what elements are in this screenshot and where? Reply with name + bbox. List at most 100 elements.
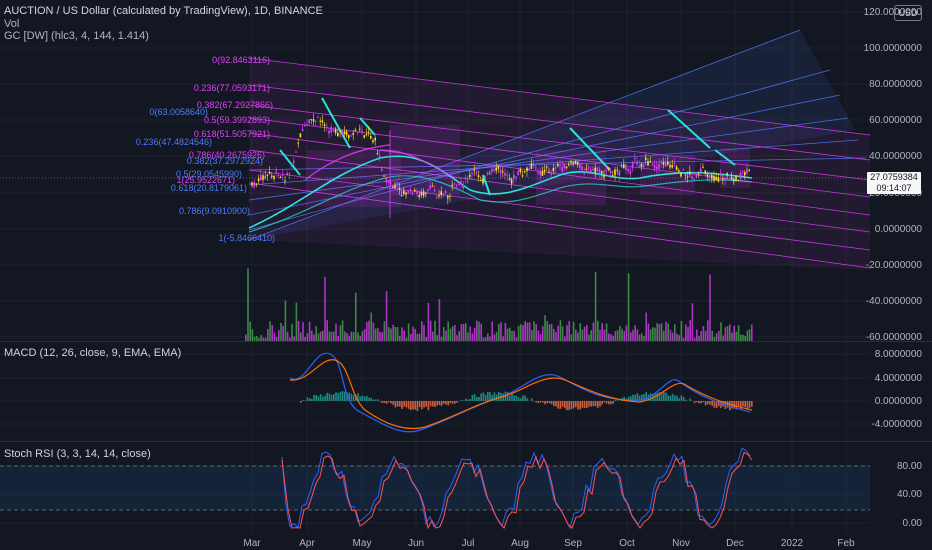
candle-body <box>378 155 381 158</box>
main-chart-pane[interactable]: 120.0000000 100.0000000 80.0000000 60.00000… <box>0 0 932 341</box>
candle-body <box>623 164 625 169</box>
volume-bar <box>471 333 474 341</box>
candle-body <box>585 168 588 170</box>
macd-histogram-bar <box>660 392 663 401</box>
candle-body <box>268 171 271 174</box>
macd-histogram-bar <box>445 401 447 405</box>
volume-bar <box>586 324 588 341</box>
candle-body <box>576 161 579 165</box>
macd-histogram-bar <box>304 400 306 401</box>
candle-body <box>706 174 709 177</box>
macd-histogram-bar <box>368 397 370 401</box>
candle-body <box>592 168 594 170</box>
volume-bar <box>724 327 727 341</box>
candle-body <box>541 171 544 176</box>
macd-histogram-bar <box>385 401 388 404</box>
candle-body <box>744 172 746 176</box>
volume-bar <box>273 332 276 341</box>
candle-body <box>288 173 291 175</box>
candle-body <box>614 169 616 176</box>
volume-bar <box>669 329 672 341</box>
macd-histogram-bar <box>612 401 614 404</box>
macd-histogram-bar <box>456 401 458 403</box>
volume-bar <box>553 328 555 341</box>
price-chart-canvas[interactable]: 120.0000000100.000000080.000000060.00000… <box>0 0 932 341</box>
macd-histogram-bar <box>557 401 559 409</box>
candle-body <box>561 167 563 172</box>
volume-bar <box>715 333 718 341</box>
candle-body <box>612 175 614 177</box>
candle-body <box>702 166 704 168</box>
symbol-title[interactable]: AUCTION / US Dollar (calculated by Tradi… <box>4 5 323 17</box>
candle-body <box>348 135 350 139</box>
volume-bar <box>465 323 467 341</box>
macd-histogram-bar <box>559 401 562 409</box>
macd-histogram-bar <box>432 401 434 407</box>
macd-histogram-bar <box>678 398 680 401</box>
volume-bar <box>654 327 656 341</box>
candle-body <box>640 163 643 167</box>
candle-body <box>339 130 341 132</box>
volume-bar <box>625 325 628 341</box>
macd-histogram-bar <box>746 401 749 409</box>
currency-badge[interactable]: USD <box>894 5 922 21</box>
macd-legend[interactable]: MACD (12, 26, close, 9, EMA, EMA) <box>4 347 181 359</box>
macd-histogram-bar <box>581 401 584 408</box>
candle-body <box>284 180 286 182</box>
macd-histogram-bar <box>383 401 386 404</box>
gc-indicator-legend[interactable]: GC [DW] (hlc3, 4, 144, 1.414) <box>4 30 149 42</box>
volume-bar <box>282 325 284 341</box>
macd-histogram-bar <box>361 395 364 401</box>
volume-bar <box>267 329 269 341</box>
candle-body <box>559 165 561 167</box>
macd-histogram-bar <box>324 395 326 401</box>
candle-body <box>418 195 420 197</box>
candle-body <box>598 169 601 173</box>
macd-histogram-bar <box>302 399 304 401</box>
volume-bar <box>511 330 513 341</box>
volume-legend[interactable]: Vol <box>4 18 19 30</box>
macd-pane[interactable]: 8.0000000 4.0000000 0.0000000 -4.0000000 MA… <box>0 342 932 441</box>
candle-body <box>645 157 647 160</box>
volume-bar <box>621 328 623 341</box>
candle-body <box>326 126 328 128</box>
volume-bar <box>498 324 500 341</box>
time-axis-label: Mar <box>243 538 261 549</box>
volume-bar <box>687 327 689 341</box>
candle-body <box>590 169 592 173</box>
volume-bar <box>579 323 581 341</box>
macd-histogram-bar <box>665 392 667 401</box>
volume-bar <box>344 331 346 341</box>
macd-histogram-bar <box>392 401 394 405</box>
candle-body <box>691 176 693 179</box>
volume-bar <box>748 329 751 341</box>
macd-histogram-bar <box>535 401 537 403</box>
candle-body <box>354 129 357 132</box>
candle-body <box>616 169 618 171</box>
stoch-rsi-legend[interactable]: Stoch RSI (3, 3, 14, 14, close) <box>4 448 151 460</box>
volume-bar <box>315 326 317 341</box>
stoch-rsi-pane[interactable]: 80.00 40.00 0.00 Stoch RSI (3, 3, 14, 14, … <box>0 442 932 534</box>
volume-bar <box>493 334 496 341</box>
candle-body <box>726 173 728 176</box>
candle-body <box>323 124 326 126</box>
candle-body <box>253 182 255 187</box>
volume-bar <box>685 324 687 341</box>
macd-histogram-bar <box>300 401 302 403</box>
candle-body <box>697 174 700 176</box>
candle-body <box>370 135 372 139</box>
macd-histogram-bar <box>339 391 342 401</box>
volume-bar <box>731 332 733 341</box>
candle-body <box>444 191 447 194</box>
candle-body <box>554 167 557 169</box>
macd-histogram-bar <box>330 394 333 401</box>
candle-body <box>517 171 519 176</box>
candle-body <box>653 165 656 169</box>
volume-bar <box>366 322 368 341</box>
macd-histogram-bar <box>333 394 335 401</box>
volume-bar <box>726 325 729 341</box>
time-axis[interactable]: Mar Apr May Jun Jul Aug Sep Oct Nov Dec 2022 Feb <box>0 534 932 550</box>
candle-body <box>266 174 269 177</box>
candle-body <box>475 172 478 174</box>
macd-histogram-bar <box>436 401 438 406</box>
